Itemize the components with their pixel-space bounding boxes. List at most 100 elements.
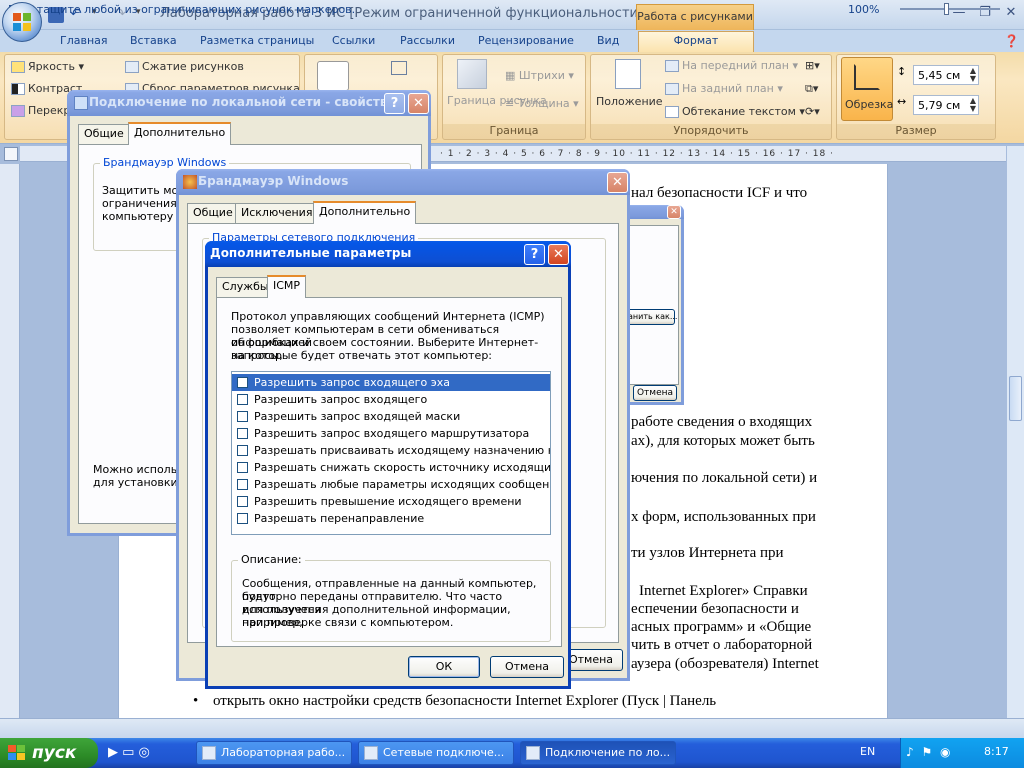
firewall-tab-general[interactable]: Общие	[187, 203, 239, 223]
firewall-tab-exceptions[interactable]: Исключения	[235, 203, 319, 223]
minimize-icon[interactable]: —	[948, 4, 970, 22]
brightness-label: Яркость	[28, 60, 75, 73]
list-item[interactable]: Разрешать перенаправление	[232, 510, 550, 527]
description-text: при проверке связи с компьютером.	[242, 616, 454, 629]
tab-review[interactable]: Рецензирование	[478, 32, 574, 52]
taskbar-item-network[interactable]: Сетевые подключе...	[358, 741, 514, 765]
compress-label: Сжатие рисунков	[142, 60, 244, 73]
strokes-button[interactable]: ▦ Штрихи ▾	[505, 69, 574, 82]
text-wrap-button[interactable]: Обтекание текстом ▾	[665, 105, 805, 118]
taskbar-item-word[interactable]: Лабораторная рабо...	[196, 741, 352, 765]
lan-tab-advanced[interactable]: Дополнительно	[128, 122, 232, 145]
context-tab-picture-tools: Работа с рисунками	[636, 4, 754, 30]
list-item[interactable]: Разрешить превышение исходящего времени	[232, 493, 550, 510]
width-field[interactable]: 5,79 см ▲ ▼	[913, 95, 979, 115]
tab-insert[interactable]: Вставка	[130, 32, 177, 52]
quick-launch-icons[interactable]: ▶ ▭ ◎	[108, 745, 150, 760]
dialog-help-button[interactable]: ?	[524, 244, 545, 265]
doc-line: чить в отчет о лабораторной	[631, 637, 813, 653]
picture-style-icon[interactable]	[317, 61, 349, 91]
checkbox[interactable]	[237, 496, 248, 507]
list-item[interactable]: Разрешать присваивать исходящему назначе…	[232, 442, 550, 459]
checkbox[interactable]	[237, 479, 248, 490]
bullet-icon: •	[193, 693, 199, 709]
height-field[interactable]: 5,45 см ▲ ▼	[913, 65, 979, 85]
save-as-button[interactable]: анить как...	[627, 309, 677, 325]
rotate-icon[interactable]: ⟳▾	[805, 105, 820, 118]
brightness-button[interactable]: Яркость ▾	[11, 60, 84, 73]
tab-selector-icon[interactable]	[4, 147, 18, 161]
language-indicator[interactable]: EN	[860, 745, 875, 758]
list-item[interactable]: Разрешать снижать скорость источнику исх…	[232, 459, 550, 476]
zoom-slider-knob[interactable]	[944, 3, 949, 15]
list-item-label: Разрешить запрос входящего эха	[254, 376, 450, 389]
list-item[interactable]: Разрешить запрос входящей маски	[232, 408, 550, 425]
zoom-level[interactable]: 100%	[848, 3, 879, 16]
picture-border-button[interactable]: Граница рисунка	[447, 95, 547, 107]
group-objects-icon[interactable]: ⧉▾	[805, 82, 818, 96]
doc-line: х форм, использованных при	[631, 509, 816, 525]
tab-view[interactable]: Вид	[597, 32, 619, 52]
background-cancel-button[interactable]: Отмена	[633, 385, 677, 401]
dialog-tab-icmp[interactable]: ICMP	[267, 275, 307, 298]
compress-button[interactable]: Сжатие рисунков	[125, 60, 244, 73]
list-item-label: Разрешать снижать скорость источнику исх…	[254, 461, 550, 474]
width-value: 5,79 см	[918, 99, 961, 112]
list-item[interactable]: Разрешить запрос входящего эха	[232, 374, 550, 391]
tab-home[interactable]: Главная	[60, 32, 108, 52]
dialog-tab-services[interactable]: Службы	[216, 277, 275, 297]
thickness-button[interactable]: ≡ Толщина ▾	[505, 97, 579, 110]
lan-tab-general[interactable]: Общие	[78, 124, 130, 144]
dialog-close-button[interactable]: ✕	[548, 244, 569, 265]
cancel-button[interactable]: Отмена	[490, 656, 564, 678]
close-icon[interactable]: ✕	[1000, 4, 1022, 22]
help-icon[interactable]: ❓	[1004, 32, 1019, 52]
vertical-ruler[interactable]	[0, 164, 20, 719]
lan-close-button[interactable]: ✕	[408, 93, 429, 114]
tab-mailings[interactable]: Рассылки	[400, 32, 455, 52]
align-icon[interactable]: ⊞▾	[805, 59, 820, 72]
firewall-tab-advanced[interactable]: Дополнительно	[313, 201, 417, 224]
tab-format[interactable]: Формат	[638, 31, 754, 52]
tray-icons[interactable]: ♪ ⚑ ◉	[906, 745, 953, 759]
office-button[interactable]	[2, 2, 42, 42]
brightness-icon	[11, 61, 25, 73]
checkbox[interactable]	[237, 462, 248, 473]
list-item[interactable]: Разрешить запрос входящего	[232, 391, 550, 408]
doc-line: аузера (обозревателя) Internet	[631, 656, 819, 672]
position-button[interactable]: Положение	[596, 95, 663, 108]
position-icon[interactable]	[615, 59, 641, 89]
checkbox[interactable]	[237, 428, 248, 439]
checkbox[interactable]	[237, 411, 248, 422]
height-icon: ↕	[897, 65, 907, 78]
vertical-scrollbar[interactable]	[1006, 146, 1024, 718]
scroll-thumb[interactable]	[1009, 376, 1022, 421]
tab-page-layout[interactable]: Разметка страницы	[200, 32, 314, 52]
width-spinner-icon[interactable]: ▲ ▼	[970, 97, 976, 113]
send-back-button[interactable]: На задний план ▾	[665, 82, 783, 95]
ok-button[interactable]: ОК	[408, 656, 480, 678]
checkbox[interactable]	[237, 513, 248, 524]
picture-shape-icon[interactable]	[391, 61, 407, 75]
doc-line: ючения по локальной сети) и	[631, 470, 818, 486]
bring-front-button[interactable]: На передний план ▾	[665, 59, 798, 72]
crop-icon	[854, 64, 880, 90]
restore-icon[interactable]: ❐	[974, 4, 996, 22]
checkbox[interactable]	[237, 445, 248, 456]
checkbox[interactable]	[237, 394, 248, 405]
list-item[interactable]: Разрешать любые параметры исходящих сооб…	[232, 476, 550, 493]
group-arrange: Положение На передний план ▾ На задний п…	[590, 54, 832, 140]
firewall-close-button[interactable]: ✕	[607, 172, 628, 193]
height-spinner-icon[interactable]: ▲ ▼	[970, 67, 976, 83]
bring-front-icon	[665, 60, 679, 72]
taskbar-item-lan[interactable]: Подключение по ло...	[520, 741, 676, 765]
lan-help-button[interactable]: ?	[384, 93, 405, 114]
zoom-slider[interactable]	[900, 8, 1000, 10]
picture-border-icon[interactable]	[457, 59, 487, 89]
list-item[interactable]: Разрешить запрос входящего маршрутизатор…	[232, 425, 550, 442]
checkbox[interactable]	[237, 377, 248, 388]
list-item-label: Разрешить запрос входящей маски	[254, 410, 461, 423]
crop-button[interactable]: Обрезка	[841, 57, 893, 121]
tab-references[interactable]: Ссылки	[332, 32, 375, 52]
background-close-button[interactable]: ✕	[667, 205, 681, 219]
